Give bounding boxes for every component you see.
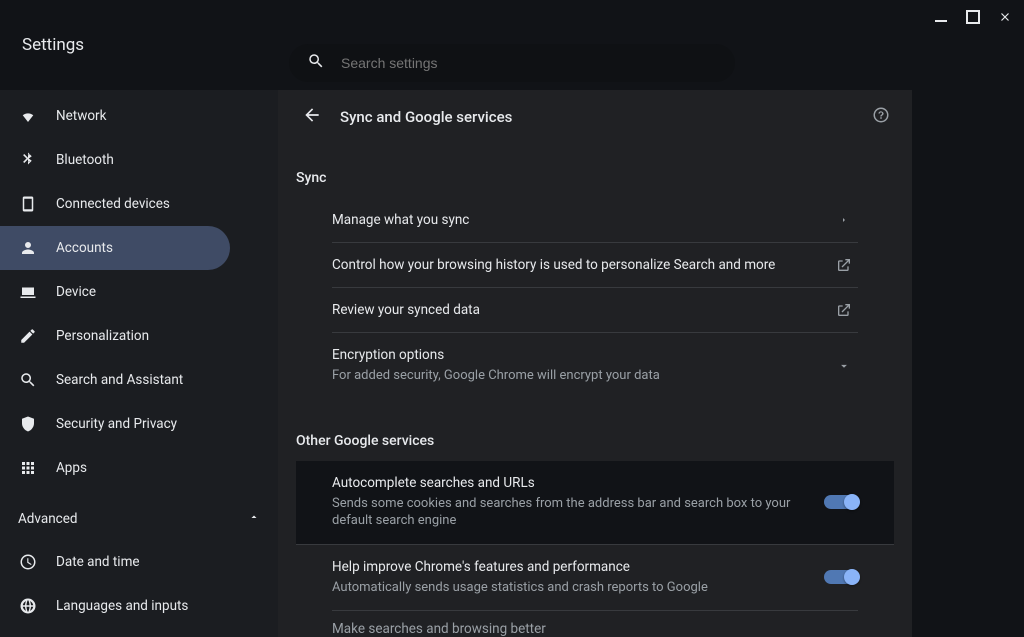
chevron-down-icon (830, 359, 858, 373)
row-label: Control how your browsing history is use… (332, 257, 810, 273)
row-cutoff: Make searches and browsing better (332, 611, 858, 637)
section-title-other: Other Google services (296, 433, 894, 449)
row-label: Help improve Chrome's features and perfo… (332, 559, 804, 575)
app-title: Settings (22, 35, 84, 55)
row-autocomplete[interactable]: Autocomplete searches and URLs Sends som… (296, 461, 894, 545)
row-label: Manage what you sync (332, 212, 810, 228)
sidebar-item-personalization[interactable]: Personalization (0, 314, 230, 358)
help-button[interactable] (872, 106, 890, 128)
sidebar-advanced-label: Advanced (18, 511, 78, 527)
row-label: Autocomplete searches and URLs (332, 475, 804, 491)
row-label: Encryption options (332, 347, 810, 363)
wifi-icon (18, 107, 38, 125)
phone-icon (18, 195, 38, 213)
apps-grid-icon (18, 459, 38, 477)
shield-icon (18, 415, 38, 433)
search-icon (307, 52, 325, 74)
sidebar-item-label: Languages and inputs (56, 598, 188, 614)
chevron-right-icon (830, 214, 858, 226)
external-link-icon (830, 302, 858, 318)
person-icon (18, 239, 38, 257)
row-sublabel: For added security, Google Chrome will e… (332, 367, 810, 385)
search-box[interactable] (289, 44, 735, 82)
sidebar-item-label: Apps (56, 460, 87, 476)
sidebar-item-label: Date and time (56, 554, 140, 570)
laptop-icon (18, 283, 38, 301)
sidebar-item-device[interactable]: Device (0, 270, 230, 314)
maximize-icon[interactable] (964, 8, 982, 26)
external-link-icon (830, 257, 858, 273)
row-sublabel: Automatically sends usage statistics and… (332, 579, 804, 597)
toggle-autocomplete[interactable] (824, 495, 858, 509)
toggle-improve[interactable] (824, 570, 858, 584)
sidebar-item-date-time[interactable]: Date and time (0, 540, 230, 584)
sidebar-item-label: Bluetooth (56, 152, 114, 168)
sidebar-item-search-assistant[interactable]: Search and Assistant (0, 358, 230, 402)
chevron-up-icon (248, 511, 260, 527)
sidebar-item-label: Security and Privacy (56, 416, 177, 432)
sidebar-item-label: Device (56, 284, 96, 300)
sidebar-item-label: Accounts (56, 240, 113, 256)
window-controls (932, 8, 1014, 26)
sidebar-item-network[interactable]: Network (0, 94, 230, 138)
sidebar-item-bluetooth[interactable]: Bluetooth (0, 138, 230, 182)
sidebar-item-security-privacy[interactable]: Security and Privacy (0, 402, 230, 446)
row-sublabel: Sends some cookies and searches from the… (332, 495, 804, 530)
sidebar-item-label: Search and Assistant (56, 372, 183, 388)
sidebar-item-apps[interactable]: Apps (0, 446, 230, 490)
clock-icon (18, 553, 38, 571)
row-control-history[interactable]: Control how your browsing history is use… (332, 243, 858, 288)
sidebar-advanced-toggle[interactable]: Advanced (0, 498, 278, 540)
page-header: Sync and Google services (278, 90, 912, 144)
section-title-sync: Sync (296, 170, 894, 186)
back-button[interactable] (302, 105, 322, 129)
row-encryption-options[interactable]: Encryption options For added security, G… (332, 333, 858, 399)
sidebar-item-label: Network (56, 108, 106, 124)
row-label: Review your synced data (332, 302, 810, 318)
row-improve-chrome[interactable]: Help improve Chrome's features and perfo… (332, 545, 858, 612)
bluetooth-icon (18, 151, 38, 169)
minimize-icon[interactable] (932, 8, 950, 26)
main-panel: Sync and Google services Sync Manage wha… (278, 90, 1024, 637)
sidebar-item-label: Connected devices (56, 196, 170, 212)
sidebar-item-accounts[interactable]: Accounts (0, 226, 230, 270)
page-title: Sync and Google services (340, 108, 512, 126)
close-icon[interactable] (996, 8, 1014, 26)
sidebar-item-languages[interactable]: Languages and inputs (0, 584, 230, 628)
sidebar-item-connected-devices[interactable]: Connected devices (0, 182, 230, 226)
sidebar: Network Bluetooth Connected devices Acco… (0, 90, 278, 637)
app-header: Settings (0, 0, 1024, 90)
row-manage-sync[interactable]: Manage what you sync (332, 198, 858, 243)
search-input[interactable] (341, 55, 717, 71)
pencil-icon (18, 327, 38, 345)
sidebar-item-label: Personalization (56, 328, 149, 344)
row-review-synced[interactable]: Review your synced data (332, 288, 858, 333)
globe-icon (18, 597, 38, 615)
magnify-icon (18, 371, 38, 389)
